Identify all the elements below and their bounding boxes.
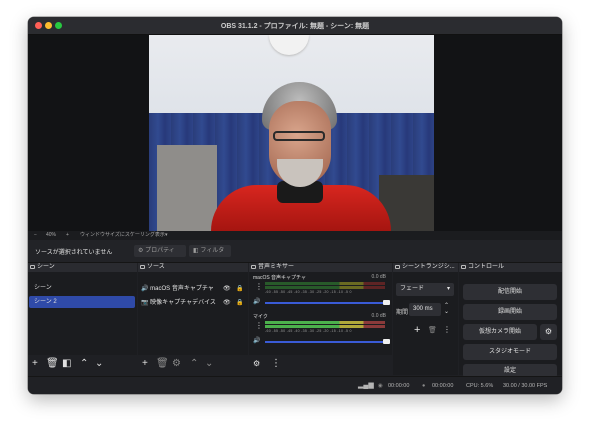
webcam-preview-image — [149, 35, 434, 231]
visibility-eye-icon[interactable]: 👁 — [223, 283, 231, 295]
lock-icon[interactable]: 🔒 — [236, 283, 243, 295]
duration-input[interactable]: 300 ms — [409, 303, 441, 316]
scene-filter-icon[interactable]: ◧ — [62, 359, 71, 369]
mixer-menu-icon[interactable]: ⋮ — [271, 359, 281, 369]
source-properties-gear-icon[interactable]: ⚙ — [172, 359, 181, 369]
volume-meter — [265, 321, 385, 324]
stream-time: 00:00:00 — [388, 383, 410, 389]
status-bar: ▂▄▆ ◉ 00:00:00 ● 00:00:00 CPU: 5.6% 30.0… — [28, 376, 562, 394]
move-down-chevron-icon[interactable]: ⌄ — [205, 359, 213, 369]
window-title: OBS 31.1.2 - プロファイル: 無題 - シーン: 無題 — [220, 23, 370, 30]
start-streaming-button[interactable]: 配信開始 — [463, 284, 557, 300]
scene-transitions-dock-header: シーントランジシ... — [393, 263, 458, 272]
move-up-chevron-icon[interactable]: ⌃ — [190, 359, 198, 369]
duration-stepper[interactable]: ⌃ ⌄ — [444, 303, 449, 315]
audio-mixer-dock-header: 音声ミキサー — [249, 263, 392, 272]
dock-icon — [140, 265, 145, 269]
volume-meter — [265, 282, 385, 285]
transition-menu-icon[interactable]: ⋮ — [443, 325, 451, 334]
meter-scale: -60 -55 -50 -45 -40 -35 -30 -25 -20 -15 … — [265, 329, 352, 333]
source-item[interactable]: 📷 映像キャプチャデバイス 👁 🔒 — [141, 297, 247, 309]
dock-icon — [251, 265, 256, 269]
source-item[interactable]: 🔊 macOS 音声キャプチャ 👁 🔒 — [141, 283, 247, 295]
remove-transition-trash-icon[interactable]: 🗑 — [428, 326, 437, 334]
scene-transitions-dock: シーントランジシ... フェード ▾ 期間 300 ms ⌃ ⌄ + 🗑 ⋮ — [393, 263, 458, 375]
network-bars-icon: ▂▄▆ — [358, 382, 374, 389]
preview-area[interactable] — [28, 35, 562, 231]
volume-slider[interactable] — [265, 300, 390, 305]
remove-source-trash-icon[interactable]: 🗑 — [156, 359, 169, 369]
mixer-footer: ⚙ ⋮ — [249, 355, 392, 375]
meter-scale: -60 -55 -50 -45 -40 -35 -30 -25 -20 -15 … — [265, 290, 352, 294]
speaker-icon[interactable]: 🔊 — [253, 298, 260, 305]
scene-list-item-selected[interactable]: シーン 2 — [29, 296, 135, 308]
zoom-in-button[interactable]: + — [66, 231, 69, 240]
studio-mode-button[interactable]: スタジオモード — [463, 344, 557, 360]
controls-dock-header: コントロール — [459, 263, 562, 272]
remove-scene-trash-icon[interactable]: 🗑 — [46, 359, 59, 369]
move-down-chevron-icon[interactable]: ⌄ — [95, 359, 103, 369]
audio-mixer-dock: 音声ミキサー macOS 音声キャプチャ 0.0 dB -60 -55 -50 … — [249, 263, 392, 375]
filters-button[interactable]: ◧ フィルタ — [189, 245, 231, 257]
transition-type-select[interactable]: フェード ▾ — [396, 283, 454, 296]
scenes-dock: シーン シーン シーン 2 + 🗑 ◧ ⌃ ⌄ — [28, 263, 137, 375]
mixer-channel-db: 0.0 dB — [371, 274, 386, 280]
lock-icon[interactable]: 🔒 — [236, 297, 243, 309]
add-scene-plus-icon[interactable]: + — [32, 359, 38, 369]
chevron-down-icon: ▾ — [446, 286, 450, 292]
zoom-level: 40% — [46, 232, 57, 238]
scenes-footer: + 🗑 ◧ ⌃ ⌄ — [28, 355, 137, 375]
source-toolbar: ソースが選択されていません ⚙ プロパティ ◧ フィルタ — [28, 240, 562, 263]
properties-button[interactable]: ⚙ プロパティ — [134, 245, 186, 257]
mixer-channel-name: macOS 音声キャプチャ — [253, 275, 307, 281]
scale-mode-label: ウィンドウサイズにスケーリング表示 — [80, 232, 165, 238]
scale-mode-dropdown-icon[interactable]: ▾ — [165, 231, 168, 240]
speaker-icon: 🔊 — [141, 286, 149, 292]
filter-icon: ◧ — [193, 248, 199, 254]
stream-status-icon: ◉ — [378, 383, 383, 389]
volume-meter — [265, 286, 385, 289]
fps-display: 30.00 / 30.00 FPS — [503, 383, 548, 389]
volume-slider-knob[interactable] — [383, 339, 390, 344]
zoom-out-button[interactable]: − — [34, 231, 37, 240]
start-recording-button[interactable]: 録画開始 — [463, 304, 557, 320]
record-time: 00:00:00 — [432, 383, 454, 389]
obs-window: OBS 31.1.2 - プロファイル: 無題 - シーン: 無題 − 40% … — [28, 17, 562, 394]
volume-meter — [265, 325, 385, 328]
visibility-eye-icon[interactable]: 👁 — [223, 297, 231, 309]
channel-menu-icon[interactable]: ⋮ — [255, 321, 263, 330]
title-bar: OBS 31.1.2 - プロファイル: 無題 - シーン: 無題 — [28, 17, 562, 35]
no-source-selected-label: ソースが選択されていません — [35, 250, 113, 256]
duration-label: 期間 — [396, 310, 409, 316]
volume-slider-knob[interactable] — [383, 300, 390, 305]
start-virtual-camera-button[interactable]: 仮想カメラ開始 — [463, 324, 537, 340]
camera-icon: 📷 — [141, 300, 149, 306]
add-transition-plus-icon[interactable]: + — [414, 324, 420, 336]
virtual-camera-settings-gear-icon[interactable]: ⚙ — [540, 324, 557, 340]
record-status-icon: ● — [422, 383, 426, 389]
gear-icon: ⚙ — [138, 248, 144, 254]
dock-icon — [30, 265, 35, 269]
advanced-audio-gear-icon[interactable]: ⚙ — [253, 359, 260, 369]
sources-dock: ソース 🔊 macOS 音声キャプチャ 👁 🔒 📷 映像キャプチャデバイス 👁 … — [138, 263, 248, 375]
scenes-dock-header: シーン — [28, 263, 137, 272]
sources-footer: + 🗑 ⚙ ⌃ ⌄ — [138, 355, 248, 375]
cpu-usage: CPU: 5.6% — [466, 383, 494, 389]
dock-icon — [395, 265, 400, 269]
volume-slider[interactable] — [265, 339, 390, 344]
add-source-plus-icon[interactable]: + — [142, 359, 148, 369]
controls-dock: コントロール 配信開始 録画開始 仮想カメラ開始 ⚙ スタジオモード 設定 — [459, 263, 562, 378]
mixer-channel-name: マイク — [253, 314, 268, 320]
mixer-channel-db: 0.0 dB — [371, 313, 386, 319]
channel-menu-icon[interactable]: ⋮ — [255, 282, 263, 291]
sources-dock-header: ソース — [138, 263, 248, 272]
speaker-icon[interactable]: 🔊 — [253, 337, 260, 344]
move-up-chevron-icon[interactable]: ⌃ — [80, 359, 88, 369]
scene-list-item[interactable]: シーン — [29, 282, 135, 294]
preview-zoom-bar: − 40% + ウィンドウサイズにスケーリング表示 ▾ — [28, 231, 562, 240]
dock-icon — [461, 265, 466, 269]
